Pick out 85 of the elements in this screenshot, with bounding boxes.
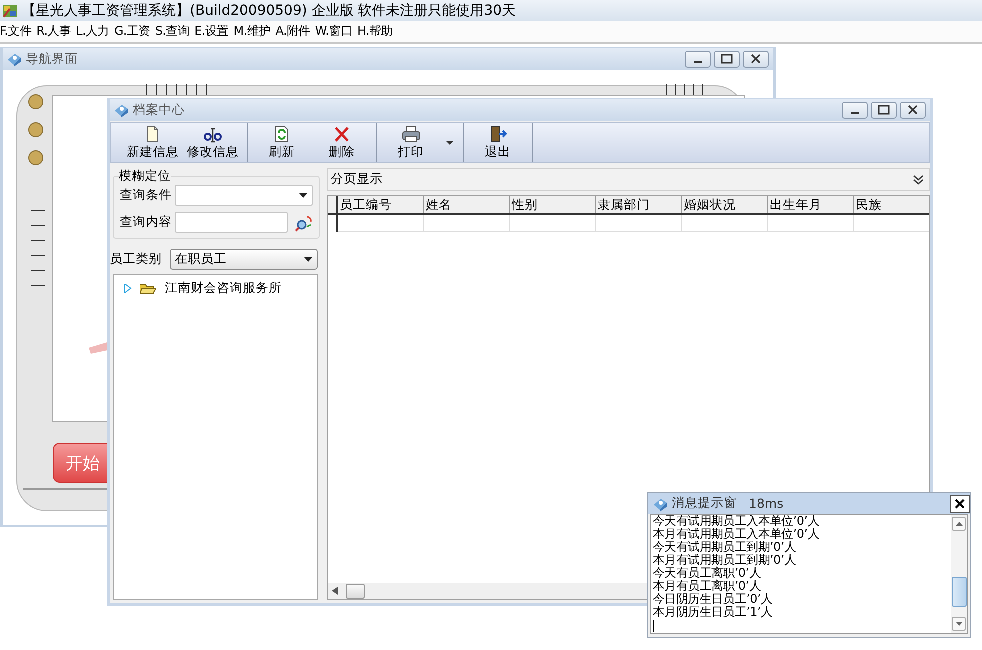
- field-label: 查询条件: [120, 187, 172, 204]
- message-line: 本月有试用期员工到期’0’人: [653, 554, 798, 567]
- message-line: 今日阴历生日员工’0’人: [653, 593, 774, 606]
- scroll-thumb[interactable]: [952, 577, 966, 607]
- close-button[interactable]: [950, 494, 970, 512]
- caret-icon: [445, 140, 455, 146]
- close-icon: [908, 105, 918, 115]
- scroll-thumb[interactable]: [346, 584, 365, 598]
- message-line: 今天有试用期员工到期’0’人: [653, 541, 798, 554]
- delete-icon: [333, 126, 351, 143]
- column-header[interactable]: 民族: [854, 196, 929, 213]
- bead-icon: [28, 94, 44, 110]
- scroll-up-button[interactable]: [952, 517, 966, 531]
- menu-item[interactable]: E.设置: [194, 23, 232, 40]
- printer-icon: [402, 126, 420, 143]
- restore-icon: [878, 105, 890, 115]
- restore-icon: [721, 54, 733, 64]
- text-cursor-icon: [204, 126, 222, 143]
- menu-item[interactable]: G.工资: [114, 23, 154, 40]
- close-icon: [955, 498, 965, 508]
- column-header[interactable]: 出生年月: [768, 196, 854, 213]
- minimize-icon: [694, 61, 702, 63]
- caret-icon: [304, 257, 313, 262]
- folder-icon: [140, 282, 156, 294]
- restore-button[interactable]: [871, 102, 897, 118]
- scroll-down-button[interactable]: [952, 617, 966, 631]
- restore-button[interactable]: [714, 50, 740, 68]
- column-header[interactable]: 员工编号: [338, 196, 424, 213]
- up-arrow-icon: [956, 522, 962, 526]
- bead-icon: [28, 122, 44, 138]
- window-title: 档案中心: [133, 102, 185, 118]
- expand-chevron-icon[interactable]: [913, 174, 924, 184]
- field-label: 员工类别: [110, 251, 162, 268]
- app-icon: [2, 2, 18, 18]
- menu-item[interactable]: S.查询: [155, 23, 193, 40]
- minimize-icon: [851, 112, 859, 114]
- menu-item[interactable]: F.文件: [0, 23, 35, 40]
- tree-item[interactable]: 江南财会咨询服务所: [165, 280, 282, 297]
- menu-item[interactable]: W.窗口: [315, 23, 356, 40]
- new-button[interactable]: 新建信息: [123, 123, 183, 162]
- menu-item[interactable]: L.人力: [76, 23, 112, 40]
- content-field[interactable]: [175, 212, 288, 233]
- column-header[interactable]: 婚姻状况: [682, 196, 768, 213]
- refresh-icon: [273, 126, 291, 143]
- window-title: 导航界面: [26, 50, 78, 68]
- field-label: 查询内容: [120, 214, 172, 231]
- delete-button[interactable]: 删除: [312, 123, 372, 162]
- menu-item[interactable]: R.人事: [36, 23, 74, 40]
- window-icon: [6, 51, 22, 67]
- search-icon[interactable]: [295, 214, 313, 232]
- refresh-button[interactable]: 刷新: [252, 123, 312, 162]
- close-icon: [751, 54, 761, 64]
- menu-item[interactable]: M.维护: [234, 23, 274, 40]
- text-cursor: [653, 620, 654, 632]
- group-title: 模糊定位: [119, 168, 171, 185]
- section-title: 分页显示: [331, 171, 383, 188]
- menu-item[interactable]: A.附件: [276, 23, 314, 40]
- expand-icon[interactable]: [124, 284, 133, 293]
- column-header[interactable]: 性别: [510, 196, 596, 213]
- edit-button[interactable]: 修改信息: [183, 123, 243, 162]
- message-line: 本月有员工离职’0’人: [653, 580, 762, 593]
- scroll-left-icon[interactable]: [332, 587, 338, 595]
- message-line: 今天有员工离职’0’人: [653, 567, 762, 580]
- message-line: 本月有试用期员工入本单位’0’人: [653, 528, 820, 541]
- vertical-scrollbar[interactable]: [951, 515, 967, 633]
- message-line: 今天有试用期员工入本单位’0’人: [653, 515, 820, 528]
- down-arrow-icon: [956, 622, 962, 626]
- exit-door-icon: [489, 126, 507, 143]
- close-button[interactable]: [900, 102, 926, 118]
- caret-icon: [299, 193, 308, 198]
- window-icon: [113, 102, 129, 118]
- window-title: 消息提示窗: [672, 495, 737, 512]
- minimize-button[interactable]: [842, 102, 868, 118]
- employee-type-dropdown[interactable]: 在职员工: [170, 249, 318, 270]
- bead-icon: [28, 150, 44, 166]
- print-button[interactable]: 打印: [381, 123, 441, 162]
- column-header[interactable]: 姓名: [424, 196, 510, 213]
- column-header[interactable]: 隶属部门: [596, 196, 682, 213]
- menu-item[interactable]: H.帮助: [358, 23, 396, 40]
- minimize-button[interactable]: [685, 50, 711, 68]
- exit-button[interactable]: 退出: [468, 123, 528, 162]
- elapsed-time: 18ms: [749, 496, 784, 511]
- message-line: 本月阴历生日员工’1’人: [653, 606, 774, 619]
- close-button[interactable]: [743, 50, 769, 68]
- window-title: 【星光人事工资管理系统】(Build20090509) 企业版 软件未注册只能使用30天: [22, 2, 516, 20]
